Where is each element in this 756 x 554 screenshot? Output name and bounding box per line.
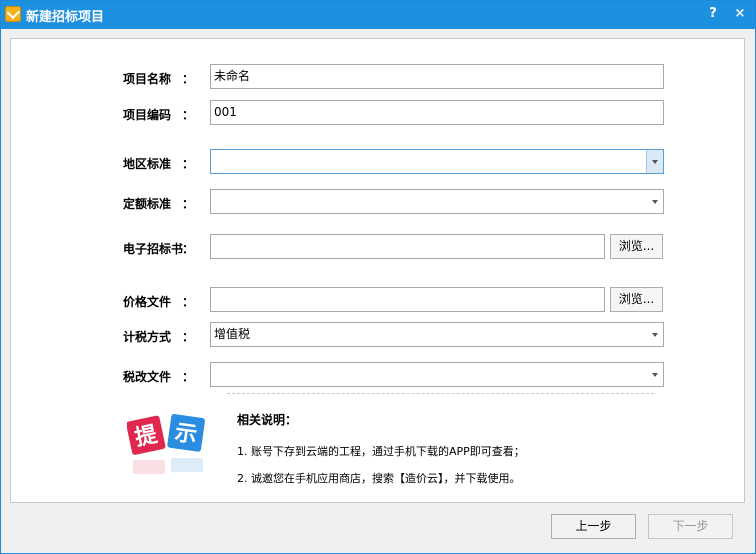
price-file-browse-button[interactable]: 浏览... — [610, 287, 663, 312]
region-standard-select[interactable] — [210, 149, 664, 174]
window-title: 新建招标项目 — [26, 10, 105, 25]
app-icon — [5, 6, 21, 22]
e-tender-colon: ： — [182, 242, 195, 256]
tip-line-2: 2. 诚邀您在手机应用商店，搜索【造价云】，并下载使用。 — [237, 472, 521, 485]
quota-standard-colon: ： — [182, 197, 195, 211]
project-name-colon: ： — [182, 72, 195, 86]
title-bar: 新建招标项目 ? × — [1, 1, 755, 29]
project-code-input[interactable]: 001 — [210, 100, 664, 125]
tax-method-colon: ： — [182, 330, 195, 344]
tax-reform-file-colon: ： — [182, 370, 195, 384]
price-file-input[interactable] — [210, 287, 605, 312]
e-tender-browse-button[interactable]: 浏览... — [610, 234, 663, 259]
previous-step-button[interactable]: 上一步 — [551, 514, 636, 539]
region-standard-colon: ： — [182, 157, 195, 171]
project-name-input[interactable]: 未命名 — [210, 64, 664, 89]
next-step-button[interactable]: 下一步 — [648, 514, 733, 539]
close-button[interactable]: × — [732, 6, 748, 21]
tip-heading: 相关说明： — [237, 413, 298, 427]
help-button[interactable]: ? — [705, 6, 721, 21]
tax-reform-file-select[interactable] — [210, 362, 664, 387]
price-file-colon: ： — [182, 295, 195, 309]
quota-standard-label: 定额标准 — [123, 197, 172, 211]
quota-standard-select[interactable] — [210, 189, 664, 214]
tip-logo-icon: 提 示 — [127, 414, 205, 474]
tax-method-select[interactable]: 增值税 — [210, 322, 664, 347]
chevron-down-icon[interactable] — [647, 190, 663, 213]
tax-method-value: 增值税 — [214, 327, 251, 341]
dialog-window: 新建招标项目 ? × 项目名称 ： 未命名 项目编码 ： 001 地区标准 ： … — [0, 0, 756, 554]
chevron-down-icon[interactable] — [647, 323, 663, 346]
region-standard-label: 地区标准 — [123, 157, 172, 171]
project-name-label: 项目名称 — [123, 72, 172, 86]
divider — [227, 393, 654, 394]
chevron-down-icon[interactable] — [646, 150, 663, 173]
tip-logo-char-2: 示 — [173, 420, 198, 448]
chevron-down-icon[interactable] — [647, 363, 663, 386]
project-code-colon: ： — [182, 108, 195, 122]
tax-reform-file-label: 税改文件 — [123, 370, 172, 384]
e-tender-label: 电子招标书 — [123, 242, 184, 256]
price-file-label: 价格文件 — [123, 295, 172, 309]
e-tender-input[interactable] — [210, 234, 605, 259]
tip-line-1: 1. 账号下存到云端的工程，通过手机下载的APP即可查看； — [237, 445, 525, 458]
project-code-label: 项目编码 — [123, 108, 172, 122]
tax-method-label: 计税方式 — [123, 330, 172, 344]
